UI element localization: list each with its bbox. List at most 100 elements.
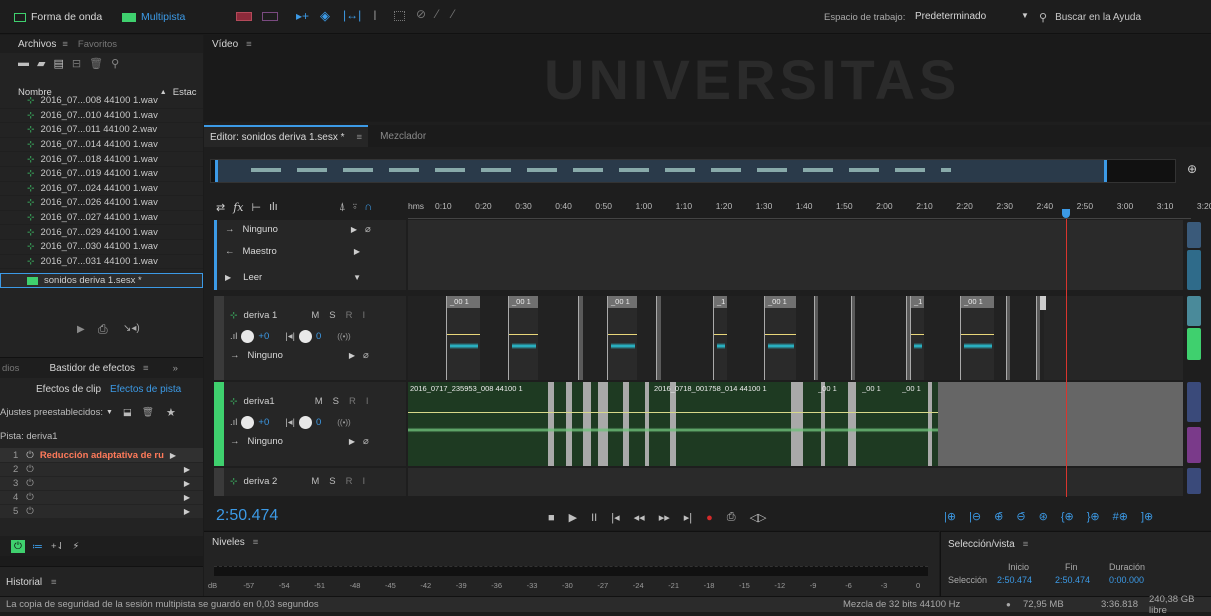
selection-view-title[interactable]: Selección/vista xyxy=(948,539,1015,550)
track-input-select[interactable]: Ninguno xyxy=(248,436,283,447)
help-search-input[interactable]: Buscar en la Ayuda xyxy=(1055,12,1141,23)
effect-menu-icon[interactable]: ▶ xyxy=(184,479,190,488)
volume-envelope[interactable] xyxy=(608,334,637,335)
monitor-input-button[interactable]: I xyxy=(363,476,366,487)
mute-button[interactable]: M xyxy=(315,396,323,407)
snapping-icon[interactable]: ⍤ xyxy=(352,201,359,214)
track-scroll-2[interactable] xyxy=(1187,250,1201,290)
polarity-icon[interactable]: ⌀ xyxy=(363,350,369,361)
audio-clip[interactable] xyxy=(578,296,583,380)
fast-forward-button[interactable]: ▸▸ xyxy=(659,511,670,524)
dropdown-arrow-icon[interactable]: ▶ xyxy=(354,247,360,256)
delete-icon[interactable]: 🗑︎ xyxy=(89,57,103,70)
audio-clip[interactable]: _00 1 xyxy=(508,296,538,380)
volume-envelope[interactable] xyxy=(509,334,538,335)
panel-menu-icon[interactable]: ≡ xyxy=(143,363,149,374)
slip-tool-icon[interactable]: |↔| xyxy=(343,8,361,22)
headphones-icon[interactable]: ∩ xyxy=(364,201,372,213)
tab-favorites[interactable]: Favoritos xyxy=(78,39,117,50)
automation-mode-select[interactable]: Leer xyxy=(243,272,262,283)
overview-navigator[interactable] xyxy=(210,159,1176,183)
volume-envelope[interactable] xyxy=(714,334,727,335)
zoom-full-icon[interactable]: ⊛ xyxy=(1039,510,1048,523)
dropdown-arrow-icon[interactable]: ▶ xyxy=(349,351,355,360)
new-file-icon[interactable]: ▤ xyxy=(53,57,63,70)
zoom-in-amplitude-icon[interactable]: |⊕ xyxy=(944,510,956,523)
workspace-select[interactable]: Predeterminado ▼ xyxy=(915,11,1031,24)
file-list-item[interactable]: ⊹ 2016_07...024 44100 1.wav xyxy=(0,182,203,197)
zoom-out-time-icon[interactable]: ⊖̄ xyxy=(1016,510,1025,523)
volume-envelope[interactable] xyxy=(961,334,994,335)
tab-track-effects[interactable]: Efectos de pista xyxy=(110,384,181,395)
audio-clip[interactable] xyxy=(851,296,855,380)
insert-into-multitrack-icon[interactable]: ⊟ xyxy=(72,57,81,70)
dropdown-arrow-icon[interactable]: ▶ xyxy=(349,437,355,446)
polarity-icon[interactable]: ⌀ xyxy=(365,224,371,235)
marquee-tool-icon[interactable] xyxy=(394,11,405,21)
audio-clip[interactable]: _00 1 xyxy=(446,296,480,380)
zoom-navigator-icon[interactable]: ⊕ xyxy=(1187,162,1197,176)
track-name[interactable]: deriva 2 xyxy=(244,476,278,487)
sends-icon[interactable]: ⊢ xyxy=(252,201,262,214)
zoom-selection-icon[interactable]: #⊕ xyxy=(1113,510,1128,523)
tab-clip-effects[interactable]: Efectos de clip xyxy=(36,384,101,395)
brush-tool-icon[interactable]: ⁄ xyxy=(436,7,438,21)
track-name[interactable]: deriva1 xyxy=(244,396,275,407)
search-icon[interactable]: ⚲ xyxy=(111,57,119,70)
automation-expand-icon[interactable]: ▶ xyxy=(225,273,231,282)
effect-slot-1[interactable]: 1 ⏻ Reducción adaptativa de ru ▶ xyxy=(0,448,203,462)
file-list-item[interactable]: ⊹ 2016_07...010 44100 1.wav xyxy=(0,109,203,124)
zoom-in-time-icon[interactable]: ⊕̄ xyxy=(994,510,1003,523)
file-list-item[interactable]: ⊹ 2016_07...031 44100 1.wav xyxy=(0,255,203,270)
stereo-icon[interactable]: ((•)) xyxy=(337,332,350,341)
open-file-icon[interactable]: ▬ xyxy=(18,57,29,69)
record-button[interactable]: ● xyxy=(706,512,713,524)
track-scroll-5[interactable] xyxy=(1187,382,1201,422)
file-list-item[interactable]: ⊹ 2016_07...011 44100 2.wav xyxy=(0,123,203,138)
audio-clip[interactable]: _1 xyxy=(910,296,924,380)
polarity-icon[interactable]: ⌀ xyxy=(363,436,369,447)
master-input-select[interactable]: Ninguno xyxy=(243,224,278,235)
power-icon[interactable]: ⏻ xyxy=(26,492,34,503)
record-arm-button[interactable]: R xyxy=(346,310,353,321)
time-selection-tool-icon[interactable]: I xyxy=(373,7,377,23)
power-icon[interactable]: ⏻ xyxy=(26,464,34,475)
effect-slot-3[interactable]: 3 ⏻ ▶ xyxy=(0,477,203,490)
pause-button[interactable]: II xyxy=(591,512,597,524)
selection-start-value[interactable]: 2:50.474 xyxy=(997,575,1032,585)
audio-clip[interactable]: _00 1 xyxy=(607,296,637,380)
history-title[interactable]: Historial xyxy=(6,577,42,588)
audio-clip[interactable]: _1 xyxy=(713,296,727,380)
auto-play-icon[interactable]: ↘◂) xyxy=(123,323,140,334)
volume-envelope[interactable] xyxy=(911,334,924,335)
pan-knob[interactable] xyxy=(298,330,312,343)
volume-value[interactable]: +0 xyxy=(258,417,269,428)
effect-slot-4[interactable]: 4 ⏻ ▶ xyxy=(0,491,203,504)
play-button[interactable]: ▶ xyxy=(569,511,577,524)
panel-menu-icon[interactable]: ≡ xyxy=(246,39,252,50)
effect-menu-icon[interactable]: ▶ xyxy=(170,451,176,460)
save-preset-icon[interactable]: ⬓ xyxy=(123,407,132,418)
effect-menu-icon[interactable]: ▶ xyxy=(184,507,190,516)
tab-mixer[interactable]: Mezclador xyxy=(380,131,426,142)
audio-clip[interactable] xyxy=(1006,296,1010,380)
lasso-tool-icon[interactable]: ⊘ xyxy=(416,7,426,21)
chevron-down-icon[interactable]: ▼ xyxy=(353,273,361,282)
pan-value[interactable]: 0 xyxy=(316,417,321,428)
volume-knob[interactable] xyxy=(241,330,255,343)
session-file-item[interactable]: sonidos deriva 1.sesx * xyxy=(0,273,203,288)
razor-tool-icon[interactable]: ◈ xyxy=(320,8,330,24)
record-arm-button[interactable]: R xyxy=(349,396,356,407)
inputs-outputs-icon[interactable]: ⇄ xyxy=(216,201,225,214)
panel-menu-icon[interactable]: ≡ xyxy=(357,132,363,143)
effects-list-icon[interactable]: ≔ xyxy=(32,540,43,553)
pan-knob[interactable] xyxy=(298,416,312,429)
playhead-marker[interactable] xyxy=(1062,209,1070,218)
video-title[interactable]: Vídeo xyxy=(212,39,238,50)
solo-button[interactable]: S xyxy=(329,476,335,487)
tab-media-browser[interactable]: dios xyxy=(2,363,19,374)
loop-button[interactable]: ⎙ xyxy=(727,511,736,524)
volume-knob[interactable] xyxy=(241,416,255,429)
current-time-display[interactable]: 2:50.474 xyxy=(216,507,278,525)
insert-effect-icon[interactable]: +⇃ xyxy=(51,541,65,552)
